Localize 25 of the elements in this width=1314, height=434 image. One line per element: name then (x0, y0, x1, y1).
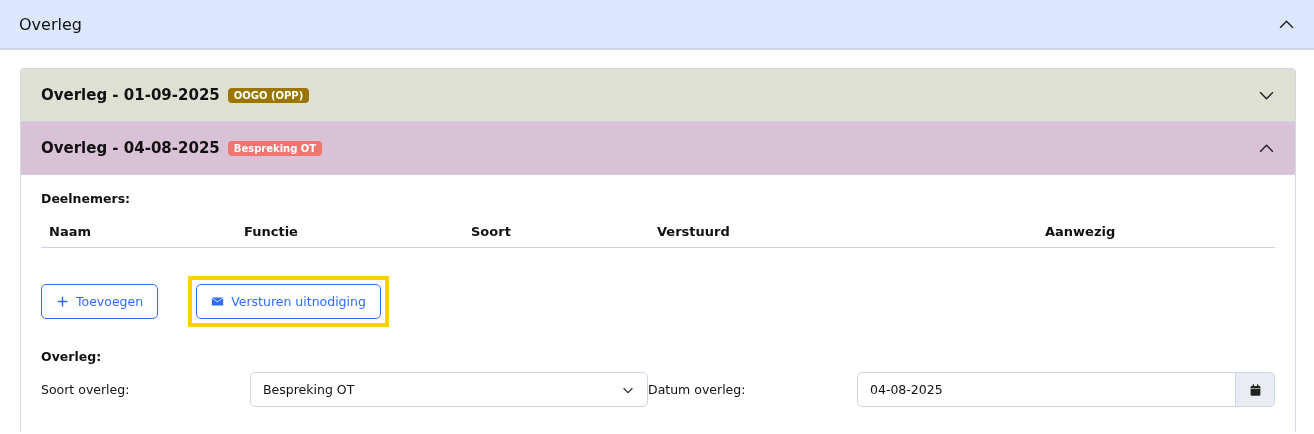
date-field[interactable]: 04-08-2025 (857, 372, 1236, 407)
section-label: Overleg: (41, 349, 103, 364)
column-header: Verstuurd (657, 224, 731, 239)
accordion-header[interactable]: Overleg - 01-09-2025 OOGO (OPP) (21, 69, 1295, 122)
section-label: Deelnemers: (41, 191, 132, 206)
field-label: Datum overleg: (648, 382, 747, 397)
status-badge: Bespreking OT (227, 140, 323, 156)
column-header: Aanwezig (1045, 224, 1117, 239)
column-header: Soort (471, 224, 512, 239)
column-header: Naam (49, 224, 92, 239)
column-header: Functie (244, 224, 299, 239)
field-label: Soort overleg: (41, 382, 131, 397)
accordion-title: Overleg - 04-08-2025 (41, 139, 220, 157)
plus-icon (56, 295, 69, 308)
section-header[interactable]: Overleg (0, 0, 1314, 50)
calendar-button[interactable] (1236, 372, 1275, 407)
calendar-icon (1248, 382, 1262, 397)
status-badge: OOGO (OPP) (227, 87, 310, 103)
accordion-header[interactable]: Overleg - 04-08-2025 Bespreking OT (21, 122, 1295, 175)
add-button[interactable]: Toevoegen (41, 284, 159, 319)
dropdown-field[interactable]: Bespreking OT (250, 372, 648, 407)
envelope-icon (211, 295, 225, 308)
accordion-title: Overleg - 01-09-2025 (41, 86, 220, 104)
send-button[interactable]: Versturen uitnodiging (196, 284, 381, 319)
section-title: Overleg (19, 14, 82, 34)
